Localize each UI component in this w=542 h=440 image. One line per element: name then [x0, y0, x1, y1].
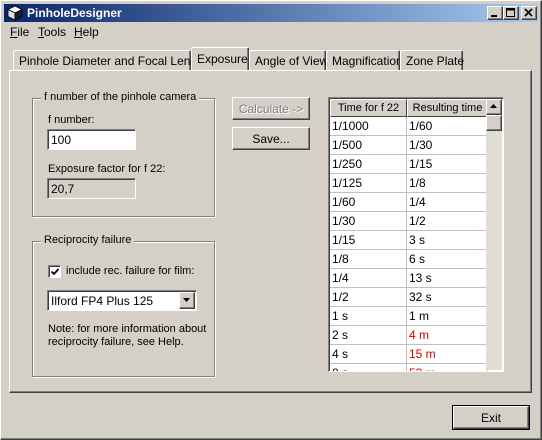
cell-result[interactable]: 15 m: [407, 345, 488, 363]
fnumber-group-title: f number of the pinhole camera: [41, 91, 200, 103]
title-bar[interactable]: PinholeDesigner: [4, 4, 538, 22]
tab-angle-of-view[interactable]: Angle of View: [249, 50, 328, 70]
minimize-icon: [491, 15, 497, 17]
arrow-up-icon: [490, 104, 497, 108]
cell-result[interactable]: 6 s: [407, 250, 488, 268]
cell-time[interactable]: 1/500: [330, 136, 407, 154]
save-button[interactable]: Save...: [232, 127, 310, 150]
table-row[interactable]: 1/250 1/15: [330, 155, 488, 174]
cube-icon: [7, 5, 23, 21]
tab-magnification[interactable]: Magnification: [326, 50, 403, 70]
chevron-down-icon: [183, 298, 190, 302]
cell-time[interactable]: 1/30: [330, 212, 407, 230]
checkmark-icon: [50, 268, 60, 276]
column-header-time[interactable]: Time for f 22: [330, 99, 407, 117]
table-row[interactable]: 1/60 1/4: [330, 193, 488, 212]
table-row[interactable]: 4 s 15 m: [330, 345, 488, 364]
exposure-factor-label: Exposure factor for f 22:: [48, 163, 166, 175]
table-header: Time for f 22 Resulting time: [330, 99, 488, 117]
fnumber-label: f number:: [48, 114, 95, 126]
table-row[interactable]: 2 s4 m: [330, 326, 488, 345]
film-select-value: Ilford FP4 Plus 125: [51, 294, 154, 308]
menu-tools[interactable]: Tools: [38, 25, 66, 39]
table-row[interactable]: 8 s53 m: [330, 364, 488, 371]
cell-time[interactable]: 1 s: [330, 307, 407, 325]
tab-pinhole-diameter[interactable]: Pinhole Diameter and Focal Length: [13, 50, 207, 70]
calculate-button[interactable]: Calculate ->: [232, 97, 310, 120]
scroll-thumb[interactable]: [486, 115, 502, 131]
table-row[interactable]: 1/30 1/2: [330, 212, 488, 231]
results-table[interactable]: Time for f 22 Resulting time 1/1000 1/60 1…: [328, 97, 504, 372]
menu-help[interactable]: Help: [74, 25, 99, 39]
table-row[interactable]: 1/4 13 s: [330, 269, 488, 288]
film-select-dropdown-button[interactable]: [179, 292, 195, 309]
cell-result[interactable]: 53 m: [407, 364, 488, 371]
cell-time[interactable]: 2 s: [330, 326, 407, 344]
cell-result[interactable]: 1 m: [407, 307, 488, 325]
reciprocity-checkbox[interactable]: [48, 265, 61, 278]
scroll-up-button[interactable]: [486, 99, 502, 115]
exit-button[interactable]: Exit: [452, 405, 530, 430]
fnumber-input[interactable]: 100: [47, 129, 136, 150]
table-row[interactable]: 1/8 6 s: [330, 250, 488, 269]
close-icon: [524, 8, 533, 17]
reciprocity-checkbox-label[interactable]: include rec. failure for film:: [66, 265, 194, 277]
cell-result[interactable]: 1/4: [407, 193, 488, 211]
cell-time[interactable]: 1/60: [330, 193, 407, 211]
cell-time[interactable]: 1/4: [330, 269, 407, 287]
film-select[interactable]: Ilford FP4 Plus 125: [47, 290, 197, 311]
table-row[interactable]: 1/2 32 s: [330, 288, 488, 307]
table-row[interactable]: 1/15 3 s: [330, 231, 488, 250]
table-row[interactable]: 1/500 1/30: [330, 136, 488, 155]
maximize-icon: [506, 8, 515, 17]
cell-result[interactable]: 1/30: [407, 136, 488, 154]
column-header-result[interactable]: Resulting time: [407, 99, 488, 117]
exposure-factor-value: 20,7: [47, 178, 136, 199]
cell-time[interactable]: 4 s: [330, 345, 407, 363]
table-row[interactable]: 1 s1 m: [330, 307, 488, 326]
menu-file[interactable]: File: [10, 25, 29, 39]
cell-result[interactable]: 13 s: [407, 269, 488, 287]
cell-time[interactable]: 8 s: [330, 364, 407, 371]
cell-result[interactable]: 1/8: [407, 174, 488, 192]
minimize-button[interactable]: [487, 6, 503, 20]
app-window: PinholeDesigner File Tools Help Pinhole …: [0, 0, 542, 440]
close-button[interactable]: [521, 6, 537, 20]
tab-exposure[interactable]: Exposure: [191, 47, 249, 70]
table-row[interactable]: 1/1000 1/60: [330, 117, 488, 136]
reciprocity-note: Note: for more information about recipro…: [48, 323, 207, 348]
cell-time[interactable]: 1/2: [330, 288, 407, 306]
cell-time[interactable]: 1/8: [330, 250, 407, 268]
cell-result[interactable]: 3 s: [407, 231, 488, 249]
cell-result[interactable]: 4 m: [407, 326, 488, 344]
cell-time[interactable]: 1/15: [330, 231, 407, 249]
cell-time[interactable]: 1/1000: [330, 117, 407, 135]
table-body: 1/1000 1/60 1/500 1/30 1/250 1/15 1/125 1/8 1/60…: [330, 117, 488, 371]
cell-result[interactable]: 32 s: [407, 288, 488, 306]
cell-result[interactable]: 1/60: [407, 117, 488, 135]
cell-result[interactable]: 1/15: [407, 155, 488, 173]
table-scrollbar[interactable]: [486, 99, 502, 370]
window-title: PinholeDesigner: [27, 6, 122, 20]
cell-time[interactable]: 1/250: [330, 155, 407, 173]
cell-result[interactable]: 1/2: [407, 212, 488, 230]
maximize-button[interactable]: [503, 6, 519, 20]
table-row[interactable]: 1/125 1/8: [330, 174, 488, 193]
tab-zone-plate[interactable]: Zone Plate: [400, 50, 464, 70]
reciprocity-group-title: Reciprocity failure: [41, 234, 135, 246]
cell-time[interactable]: 1/125: [330, 174, 407, 192]
